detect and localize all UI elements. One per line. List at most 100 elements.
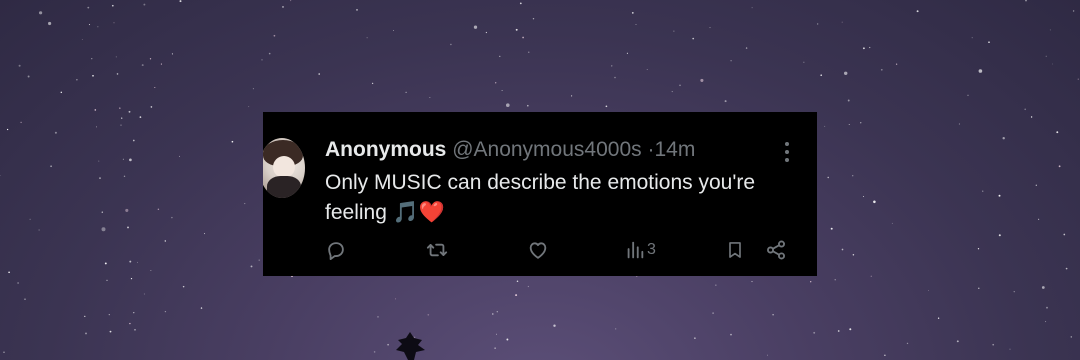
star [87, 6, 90, 9]
star [516, 280, 519, 282]
bookmark-icon [729, 242, 741, 258]
star [125, 208, 129, 212]
star [395, 298, 397, 300]
star [164, 310, 167, 313]
star [978, 287, 980, 289]
star [884, 354, 886, 356]
star [496, 333, 497, 335]
star [109, 330, 112, 333]
star [132, 139, 135, 142]
star [847, 99, 850, 102]
star [97, 26, 99, 28]
star [250, 265, 253, 268]
star [182, 285, 185, 288]
star [803, 61, 805, 63]
star [1002, 137, 1005, 140]
star [1058, 165, 1061, 168]
avatar-face [273, 156, 295, 178]
timestamp[interactable]: 14m [654, 138, 695, 161]
star [506, 338, 509, 341]
star [519, 2, 522, 5]
tweet-header: Anonymous @Anonymous4000s ·14m [325, 136, 695, 164]
display-name[interactable]: Anonymous [325, 138, 446, 161]
star [751, 281, 753, 283]
star [553, 324, 556, 327]
star [204, 233, 206, 235]
more-vertical-icon[interactable] [779, 140, 795, 164]
star [860, 122, 862, 124]
star [98, 160, 100, 162]
star [0, 175, 1, 176]
star [149, 58, 152, 60]
star [830, 227, 833, 230]
star [130, 277, 133, 280]
star [1025, 0, 1027, 2]
star [715, 284, 717, 286]
star [427, 313, 430, 316]
star [76, 79, 78, 81]
like-button[interactable] [527, 236, 549, 264]
star [496, 311, 498, 313]
bookmark-button[interactable] [725, 236, 745, 264]
star [92, 74, 94, 77]
star [977, 248, 980, 250]
star [988, 41, 990, 43]
star [862, 47, 865, 50]
star [248, 106, 250, 108]
avatar[interactable] [263, 138, 305, 198]
star [937, 317, 940, 319]
star [60, 91, 63, 94]
star [724, 100, 727, 103]
star [615, 328, 617, 330]
star [767, 354, 769, 356]
star [1030, 116, 1033, 118]
repost-icon [426, 243, 448, 257]
tweet-card[interactable]: Anonymous @Anonymous4000s ·14m Only MUSI… [263, 112, 817, 276]
star [123, 175, 126, 177]
star [129, 322, 131, 325]
star [258, 259, 260, 261]
star [1052, 63, 1054, 65]
star [499, 55, 501, 57]
star [841, 248, 844, 251]
star [356, 9, 358, 11]
reply-button[interactable] [325, 236, 347, 264]
star [1035, 184, 1037, 186]
star [813, 331, 816, 334]
star [880, 68, 883, 71]
star [700, 78, 704, 82]
star [273, 34, 276, 37]
star [113, 22, 115, 24]
user-handle[interactable]: @Anonymous4000s [452, 138, 641, 161]
star [671, 91, 673, 93]
views-count: 3 [647, 241, 656, 258]
star [318, 73, 321, 75]
star [371, 82, 374, 85]
star [971, 37, 973, 39]
star [290, 0, 292, 2]
star [928, 289, 929, 291]
share-button[interactable] [765, 236, 787, 264]
star [692, 37, 695, 40]
star [895, 63, 898, 65]
star [730, 333, 732, 336]
star [133, 312, 135, 314]
tweet-text-line-2: feeling 🎵❤️ [325, 198, 805, 228]
repost-button[interactable] [425, 236, 449, 264]
star [8, 271, 10, 274]
star [998, 234, 1001, 237]
star [694, 337, 696, 339]
star [104, 262, 107, 265]
star [106, 279, 108, 282]
star [869, 46, 871, 49]
star [631, 12, 634, 14]
views-button[interactable]: 3 [625, 236, 656, 264]
star [24, 298, 26, 301]
star [50, 165, 52, 168]
star [38, 11, 43, 15]
star [673, 30, 675, 32]
star [96, 126, 97, 128]
star [485, 31, 488, 34]
star [982, 190, 984, 192]
star [20, 121, 22, 124]
